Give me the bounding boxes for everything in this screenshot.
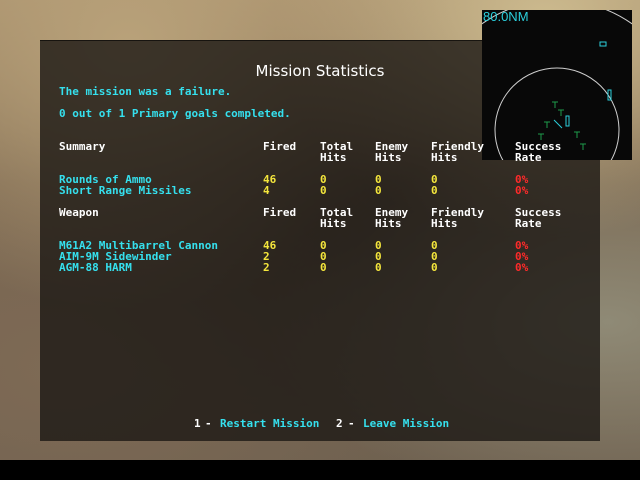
leave-mission-link[interactable]: Leave Mission: [363, 418, 449, 429]
col-fired-header: Fired: [263, 140, 297, 153]
col-fired-header: Fired: [263, 206, 297, 219]
weapon-row-friendly-hits: 0: [431, 261, 438, 274]
leave-separator: -: [348, 417, 355, 430]
col-enemy-hits-header: Enemy Hits: [375, 206, 409, 230]
radar-contact-icon: [599, 41, 607, 47]
bottom-black-bar: [0, 460, 640, 480]
summary-row-fired: 4: [263, 184, 270, 197]
weapon-row-enemy-hits: 0: [375, 261, 382, 274]
restart-key: 1: [194, 417, 201, 430]
col-enemy-hits-header: Enemy Hits: [375, 140, 409, 164]
page-title: Mission Statistics: [255, 62, 385, 80]
col-total-hits-header: Total Hits: [320, 206, 354, 230]
weapon-header: Weapon: [59, 206, 99, 219]
restart-separator: -: [205, 417, 212, 430]
mission-status-text: The mission was a failure.: [59, 85, 232, 98]
weapon-row-success-rate: 0%: [515, 261, 529, 274]
col-friendly-hits-header: Friendly Hits: [431, 140, 484, 164]
radar-range-readout: 80.0NM: [483, 9, 529, 24]
goals-status-text: 0 out of 1 Primary goals completed.: [59, 107, 291, 120]
weapon-row-label: AGM-88 HARM: [59, 261, 132, 274]
col-friendly-hits-header: Friendly Hits: [431, 206, 484, 230]
summary-row-enemy-hits: 0: [375, 184, 382, 197]
radar-contact-icon: [565, 115, 570, 127]
leave-key: 2: [336, 417, 343, 430]
col-success-rate-header: Success Rate: [515, 206, 562, 230]
weapon-row-fired: 2: [263, 261, 270, 274]
summary-header: Summary: [59, 140, 106, 153]
radar-scope: [426, 0, 640, 261]
col-success-rate-header: Success Rate: [515, 140, 562, 164]
radar-heading-icon: [553, 119, 563, 129]
col-total-hits-header: Total Hits: [320, 140, 354, 164]
radar-display: [426, 0, 640, 261]
summary-row-friendly-hits: 0: [431, 184, 438, 197]
summary-row-success-rate: 0%: [515, 184, 529, 197]
weapon-row-total-hits: 0: [320, 261, 327, 274]
restart-mission-link[interactable]: Restart Mission: [220, 418, 319, 429]
radar-contact-icon: [607, 89, 612, 101]
summary-row-total-hits: 0: [320, 184, 327, 197]
summary-row-label: Short Range Missiles: [59, 184, 192, 197]
radar-outer-ring: [426, 0, 640, 261]
